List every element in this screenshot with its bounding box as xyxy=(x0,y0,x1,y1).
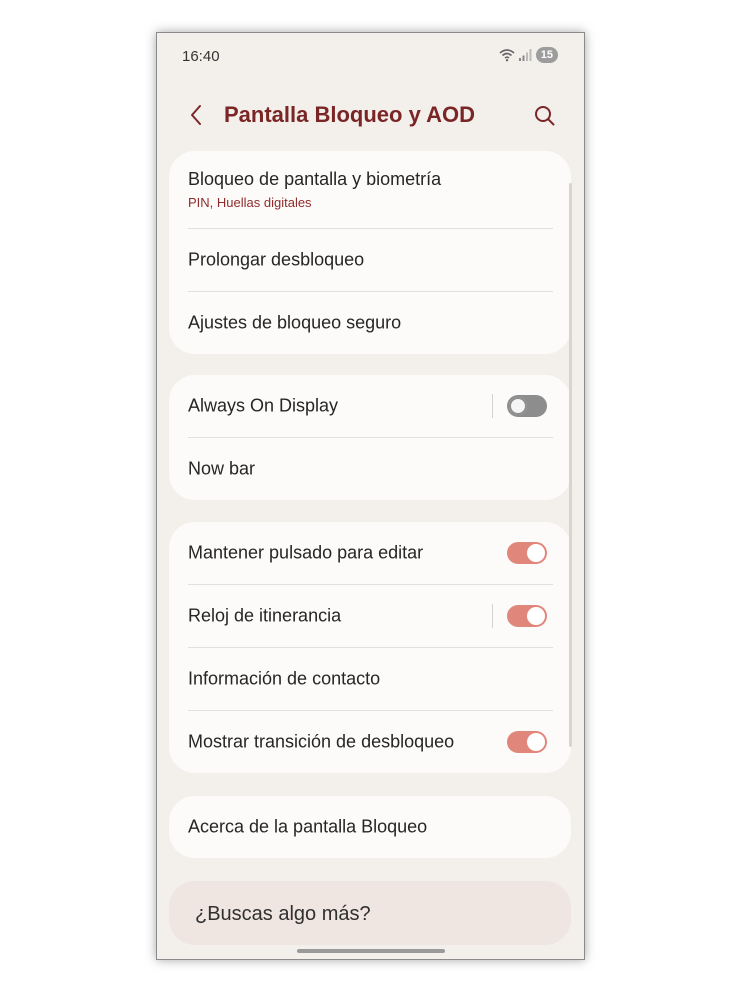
vertical-divider xyxy=(492,394,493,418)
phone-screen: 16:40 15 Pantalla Bloqueo y AOD Bloqueo … xyxy=(156,32,585,960)
wifi-icon xyxy=(499,49,515,62)
row-title: Prolongar desbloqueo xyxy=(188,249,365,270)
row-roaming-clock[interactable]: Reloj de itinerancia xyxy=(188,584,553,647)
card-about: Acerca de la pantalla Bloqueo xyxy=(169,796,571,858)
row-contact-information[interactable]: Información de contacto xyxy=(188,647,553,710)
row-secure-lock-settings[interactable]: Ajustes de bloqueo seguro xyxy=(188,291,553,354)
back-button[interactable] xyxy=(185,101,209,129)
chevron-left-icon xyxy=(191,105,201,125)
toggle-knob xyxy=(527,544,545,562)
home-indicator[interactable] xyxy=(297,949,445,953)
battery-level-badge: 15 xyxy=(535,47,558,63)
row-title: Reloj de itinerancia xyxy=(188,605,342,626)
row-about-lock-screen[interactable]: Acerca de la pantalla Bloqueo xyxy=(188,796,553,858)
search-button[interactable] xyxy=(532,103,558,129)
scrollbar[interactable] xyxy=(569,183,572,747)
status-time: 16:40 xyxy=(182,48,220,65)
hold-to-edit-toggle[interactable] xyxy=(507,542,547,564)
status-bar: 16:40 15 xyxy=(157,33,584,79)
card-security: Bloqueo de pantalla y biometría PIN, Hue… xyxy=(169,151,571,354)
looking-for-something-else-card[interactable]: ¿Buscas algo más? xyxy=(169,881,571,945)
row-extend-unlock[interactable]: Prolongar desbloqueo xyxy=(188,228,553,291)
card-options: Mantener pulsado para editar Reloj de it… xyxy=(169,522,571,773)
row-title: Mostrar transición de desbloqueo xyxy=(188,731,455,752)
status-icons: 15 xyxy=(499,47,558,63)
app-header: Pantalla Bloqueo y AOD xyxy=(157,95,584,135)
toggle-knob xyxy=(509,397,527,415)
page-title: Pantalla Bloqueo y AOD xyxy=(224,102,476,127)
row-screen-lock-biometrics[interactable]: Bloqueo de pantalla y biometría PIN, Hue… xyxy=(188,151,553,228)
row-title: Ajustes de bloqueo seguro xyxy=(188,312,402,333)
toggle-knob xyxy=(527,733,545,751)
row-subtitle: PIN, Huellas digitales xyxy=(188,195,312,210)
row-title: Always On Display xyxy=(188,395,339,416)
row-unlock-transition[interactable]: Mostrar transición de desbloqueo xyxy=(188,710,553,773)
row-title: Mantener pulsado para editar xyxy=(188,542,424,563)
row-hold-to-edit[interactable]: Mantener pulsado para editar xyxy=(188,522,553,584)
always-on-display-toggle[interactable] xyxy=(507,395,547,417)
unlock-transition-toggle[interactable] xyxy=(507,731,547,753)
row-now-bar[interactable]: Now bar xyxy=(188,437,553,500)
row-title: Acerca de la pantalla Bloqueo xyxy=(188,816,428,837)
roaming-clock-toggle[interactable] xyxy=(507,605,547,627)
row-title: Bloqueo de pantalla y biometría xyxy=(188,169,442,189)
signal-icon xyxy=(518,49,532,61)
looking-for-something-else-text: ¿Buscas algo más? xyxy=(195,903,371,925)
card-display: Always On Display Now bar xyxy=(169,375,571,500)
toggle-knob xyxy=(527,607,545,625)
row-title: Información de contacto xyxy=(188,668,381,689)
search-icon xyxy=(535,106,555,126)
vertical-divider xyxy=(492,604,493,628)
row-always-on-display[interactable]: Always On Display xyxy=(188,375,553,437)
row-title: Now bar xyxy=(188,458,256,479)
